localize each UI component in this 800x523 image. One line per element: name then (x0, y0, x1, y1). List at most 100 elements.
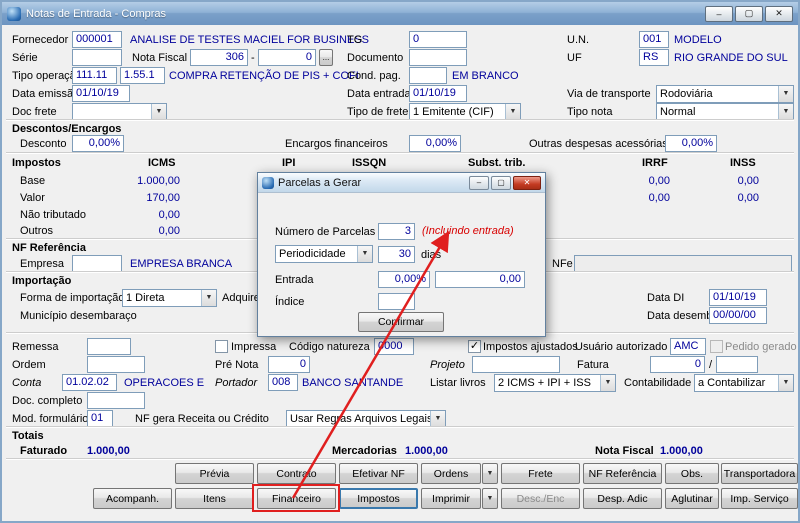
projeto-field[interactable] (472, 356, 560, 373)
nota-fiscal-browse-button[interactable]: ... (319, 49, 333, 66)
section-nf-referencia: NF Referência (12, 242, 86, 254)
aglutinar-button[interactable]: Aglutinar (665, 488, 719, 509)
listar-livros-select[interactable]: 2 ICMS + IPI + ISS ▼ (494, 374, 616, 392)
outras-despesas-label: Outras despesas acessórias (529, 138, 668, 150)
doc-completo-field[interactable] (87, 392, 145, 409)
remessa-field[interactable] (87, 338, 131, 355)
transportadora-button[interactable]: Transportadora (721, 463, 798, 484)
ordens-dropdown-button[interactable]: ▼ (482, 463, 498, 484)
un-label: U.N. (567, 34, 589, 46)
dialog-minimize-button[interactable]: – (469, 175, 489, 190)
periodicidade-dias-field[interactable]: 30 (378, 246, 415, 263)
tipo-frete-label: Tipo de frete (347, 106, 409, 118)
chevron-down-icon: ▼ (151, 104, 166, 120)
nota-fiscal-total-value: 1.000,00 (660, 445, 703, 457)
app-icon (7, 6, 21, 21)
fatura-field[interactable]: 0 (650, 356, 705, 373)
maximize-icon: ▢ (744, 8, 754, 18)
empresa-field[interactable] (72, 255, 122, 272)
serie-field[interactable] (72, 49, 122, 66)
fornecedor-code-field[interactable]: 000001 (72, 31, 122, 48)
portador-label: Portador (215, 377, 258, 389)
frete-button[interactable]: Frete (501, 463, 580, 484)
ordens-button[interactable]: Ordens (421, 463, 481, 484)
contabilidade-label: Contabilidade (624, 377, 692, 389)
listar-livros-label: Listar livros (430, 377, 486, 389)
tipo-nota-value: Normal (660, 106, 696, 118)
close-button[interactable]: ✕ (765, 5, 793, 22)
acompanh-button[interactable]: Acompanh. (93, 488, 172, 509)
section-totais: Totais (12, 430, 44, 442)
un-code-field[interactable]: 001 (639, 31, 669, 48)
outras-despesas-field[interactable]: 0,00% (665, 135, 717, 152)
impostos-ajustados-checkbox[interactable]: ✓ (468, 340, 481, 353)
ordem-label: Ordem (12, 359, 46, 371)
chevron-down-icon: ▼ (201, 290, 216, 306)
forma-importacao-select[interactable]: 1 Direta ▼ (122, 289, 217, 307)
desp-adic-button[interactable]: Desp. Adic (583, 488, 662, 509)
impostos-button[interactable]: Impostos (339, 488, 418, 509)
minimize-button[interactable]: – (705, 5, 733, 22)
nota-fiscal-sub-field[interactable]: 0 (258, 49, 316, 66)
tipo-operacao-code2-field[interactable]: 1.55.1 (120, 67, 165, 84)
chevron-down-icon: ▼ (778, 104, 793, 120)
entrada-valor-field[interactable]: 0,00 (435, 271, 525, 288)
imprimir-dropdown-button[interactable]: ▼ (482, 488, 498, 509)
nota-fiscal-total-label: Nota Fiscal (595, 445, 654, 457)
imprimir-button[interactable]: Imprimir (421, 488, 481, 509)
num-parcelas-label: Número de Parcelas (275, 226, 376, 238)
confirmar-button[interactable]: Confirmar (358, 312, 444, 332)
data-di-field[interactable]: 01/10/19 (709, 289, 767, 306)
num-parcelas-field[interactable]: 3 (378, 223, 415, 240)
previa-button[interactable]: Prévia (175, 463, 254, 484)
portador-field[interactable]: 008 (268, 374, 298, 391)
maximize-button[interactable]: ▢ (735, 5, 763, 22)
tipo-operacao-code1-field[interactable]: 111.11 (72, 67, 117, 84)
col-subst-trib: Subst. trib. (468, 157, 526, 169)
nota-fiscal-number-field[interactable]: 306 (190, 49, 248, 66)
data-desembaraco-field[interactable]: 00/00/00 (709, 307, 767, 324)
cond-pag-field[interactable] (409, 67, 447, 84)
nota-fiscal-label: Nota Fiscal (132, 52, 188, 64)
itens-button[interactable]: Itens (175, 488, 254, 509)
conta-field[interactable]: 01.02.02 (62, 374, 117, 391)
data-entrada-field[interactable]: 01/10/19 (409, 85, 467, 102)
contabilidade-value: a Contabilizar (698, 377, 766, 389)
efetivar-nf-button[interactable]: Efetivar NF (339, 463, 418, 484)
usuario-autorizado-field[interactable]: AMC (670, 338, 706, 355)
fatura2-field[interactable] (716, 356, 758, 373)
desconto-field[interactable]: 0,00% (72, 135, 124, 152)
codigo-natureza-field[interactable]: 0000 (374, 338, 414, 355)
nf-referencia-button[interactable]: NF Referência (583, 463, 662, 484)
obs-button[interactable]: Obs. (665, 463, 719, 484)
encargos-field[interactable]: 0,00% (409, 135, 461, 152)
pre-nota-field[interactable]: 0 (268, 356, 310, 373)
valor-icms-value: 170,00 (146, 192, 180, 204)
impressa-checkbox[interactable] (215, 340, 228, 353)
entrada-pct-field[interactable]: 0,00% (378, 271, 430, 288)
close-icon: ✕ (523, 178, 531, 187)
documento-field[interactable] (409, 49, 467, 66)
serie-label: Série (12, 52, 38, 64)
chevron-down-icon: ▼ (486, 470, 494, 477)
dialog-maximize-button[interactable]: ▢ (491, 175, 511, 190)
remessa-label: Remessa (12, 341, 59, 353)
ordem-field[interactable] (87, 356, 145, 373)
contabilidade-select[interactable]: a Contabilizar ▼ (694, 374, 794, 392)
contrato-button[interactable]: Contrato (257, 463, 336, 484)
mercadorias-label: Mercadorias (332, 445, 397, 457)
desc-enc-button[interactable]: Desc./Enc (501, 488, 580, 509)
via-transporte-select[interactable]: Rodoviária ▼ (656, 85, 794, 103)
tg-field[interactable]: 0 (409, 31, 467, 48)
data-emissao-field[interactable]: 01/10/19 (72, 85, 130, 102)
imp-servico-button[interactable]: Imp. Serviço (721, 488, 798, 509)
indice-field[interactable] (378, 293, 415, 310)
cond-pag-label: Cond. pag. (347, 70, 401, 82)
uf-code-field[interactable]: RS (639, 49, 669, 66)
periodicidade-select[interactable]: Periodicidade ▼ (275, 245, 373, 263)
via-transporte-label: Via de transporte (567, 88, 651, 100)
tipo-frete-value: 1 Emitente (CIF) (413, 106, 494, 118)
usuario-autorizado-label: Usuário autorizado (575, 341, 668, 353)
dialog-close-button[interactable]: ✕ (513, 175, 541, 190)
mod-formulario-field[interactable]: 01 (87, 410, 113, 427)
